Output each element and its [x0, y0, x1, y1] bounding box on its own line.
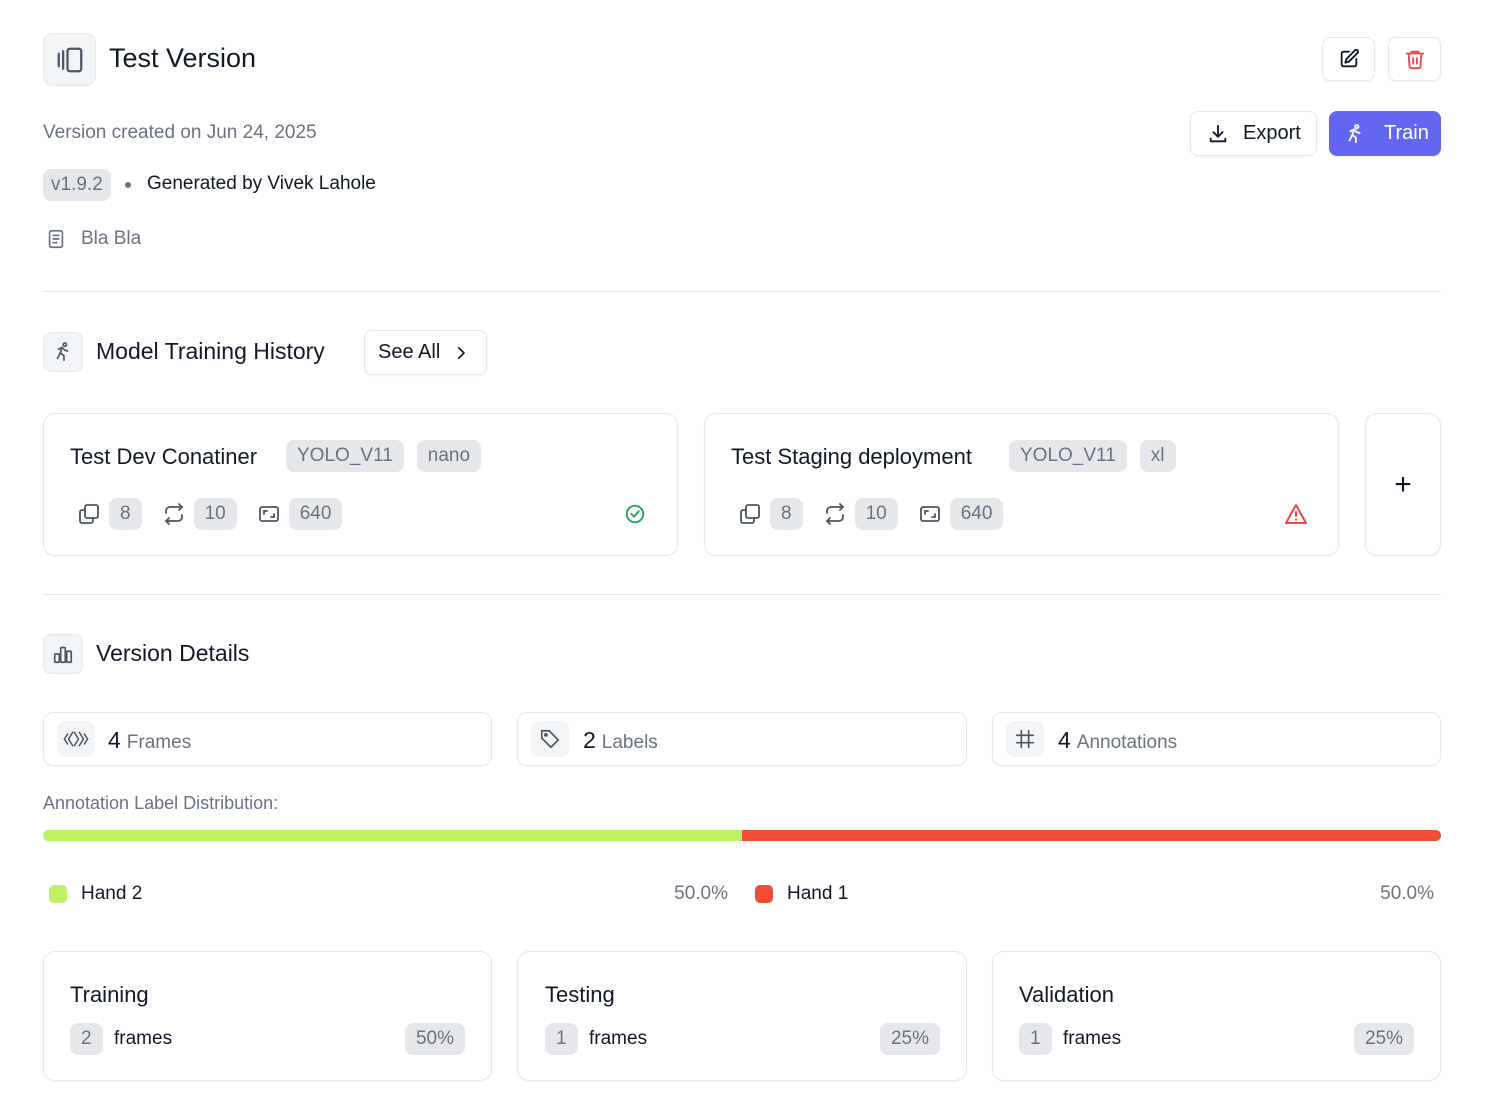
hash-icon [1015, 729, 1035, 749]
frames-icon [63, 731, 89, 747]
add-training-button[interactable]: + [1365, 413, 1441, 556]
legend-item-hand-1: Hand 1 50.0% [755, 882, 1435, 906]
divider [43, 291, 1441, 292]
split-percent: 50% [404, 1023, 465, 1055]
labels-count: 2 [583, 727, 596, 753]
image-size-icon [258, 506, 279, 522]
delete-button[interactable] [1388, 37, 1441, 81]
model-badge: YOLO_V11 [286, 440, 404, 472]
split-count: 2 [70, 1023, 103, 1055]
export-label: Export [1243, 122, 1301, 144]
batch-value: 8 [109, 498, 142, 530]
bar-chart-icon [53, 646, 73, 664]
description: Bla Bla [81, 228, 142, 249]
split-percent: 25% [1353, 1023, 1414, 1055]
chevron-right-icon [458, 346, 466, 359]
split-name: Testing [545, 982, 615, 1007]
legend-label: Hand 2 [81, 883, 143, 904]
see-all-button[interactable]: See All [364, 330, 487, 375]
labels-stat-card: 2 Labels [517, 712, 967, 766]
check-circle-icon [625, 504, 645, 524]
legend-label: Hand 1 [787, 883, 849, 904]
epochs-value: 10 [854, 498, 898, 530]
split-count: 1 [545, 1023, 578, 1055]
plus-icon: + [1394, 467, 1412, 501]
distribution-segment-hand-2 [43, 830, 742, 841]
running-person-icon [1348, 123, 1361, 143]
split-card-validation: Validation 1 frames 25% [992, 951, 1441, 1081]
generated-by: Generated by Vivek Lahole [147, 173, 376, 194]
split-percent: 25% [879, 1023, 940, 1055]
model-badge: YOLO_V11 [1009, 440, 1127, 472]
running-person-icon [56, 342, 69, 362]
image-size-value: 640 [288, 498, 343, 530]
repeat-icon [825, 503, 844, 525]
legend-percent: 50.0% [674, 883, 728, 904]
image-size-icon [919, 506, 940, 522]
epochs-value: 10 [193, 498, 237, 530]
divider [43, 594, 1441, 595]
split-card-testing: Testing 1 frames 25% [517, 951, 967, 1081]
page-title: Test Version [109, 43, 257, 73]
model-size-badge: xl [1139, 440, 1176, 472]
model-size-badge: nano [416, 440, 482, 472]
train-label: Train [1384, 122, 1429, 144]
version-badge: v1.9.2 [43, 169, 111, 201]
repeat-icon [164, 503, 183, 525]
tag-icon [540, 729, 560, 749]
edit-button[interactable] [1322, 37, 1375, 81]
training-card-stats: 8 10 640 [77, 498, 362, 530]
training-card-name: Test Staging deployment [731, 444, 972, 469]
training-card[interactable]: Test Staging deployment YOLO_V11 xl 8 10… [704, 413, 1339, 556]
version-details-title: Version Details [96, 640, 250, 666]
versions-icon [57, 47, 82, 72]
image-size-value: 640 [949, 498, 1004, 530]
train-button[interactable]: Train [1329, 111, 1441, 156]
annotations-count: 4 [1058, 727, 1071, 753]
trash-icon [1405, 50, 1424, 70]
frames-stat-card: 4 Frames [43, 712, 492, 766]
training-card-name: Test Dev Conatiner [70, 444, 258, 469]
training-card-stats: 8 10 640 [738, 498, 1023, 530]
distribution-segment-hand-1 [742, 830, 1441, 841]
split-name: Validation [1019, 982, 1114, 1007]
training-history-icon-tile [43, 332, 83, 372]
version-icon-tile [43, 33, 96, 86]
legend-swatch [755, 885, 773, 903]
batch-value: 8 [770, 498, 803, 530]
legend-percent: 50.0% [1380, 883, 1434, 904]
split-card-training: Training 2 frames 50% [43, 951, 492, 1081]
training-history-title: Model Training History [96, 338, 325, 364]
distribution-bar [43, 830, 1441, 841]
split-name: Training [70, 982, 149, 1007]
copy-icon [79, 504, 99, 524]
labels-label: Labels [601, 732, 658, 753]
export-button[interactable]: Export [1190, 111, 1317, 156]
version-details-icon-tile [43, 634, 83, 674]
distribution-title: Annotation Label Distribution: [43, 793, 279, 813]
split-unit: frames [114, 1028, 173, 1049]
frames-count: 4 [108, 727, 121, 753]
split-unit: frames [1063, 1028, 1122, 1049]
copy-icon [740, 504, 760, 524]
training-card[interactable]: Test Dev Conatiner YOLO_V11 nano 8 10 64… [43, 413, 678, 556]
document-icon [48, 229, 64, 249]
edit-icon [1340, 48, 1359, 68]
created-date: Version created on Jun 24, 2025 [43, 122, 317, 143]
frames-label: Frames [126, 732, 192, 753]
split-unit: frames [589, 1028, 648, 1049]
legend-swatch [49, 885, 67, 903]
split-count: 1 [1019, 1023, 1052, 1055]
annotations-stat-card: 4 Annotations [992, 712, 1441, 766]
separator-dot [125, 182, 131, 188]
annotations-label: Annotations [1076, 732, 1178, 753]
see-all-label: See All [378, 341, 441, 363]
download-icon [1209, 124, 1227, 142]
legend-item-hand-2: Hand 2 50.0% [49, 882, 729, 906]
warning-icon [1285, 504, 1307, 524]
